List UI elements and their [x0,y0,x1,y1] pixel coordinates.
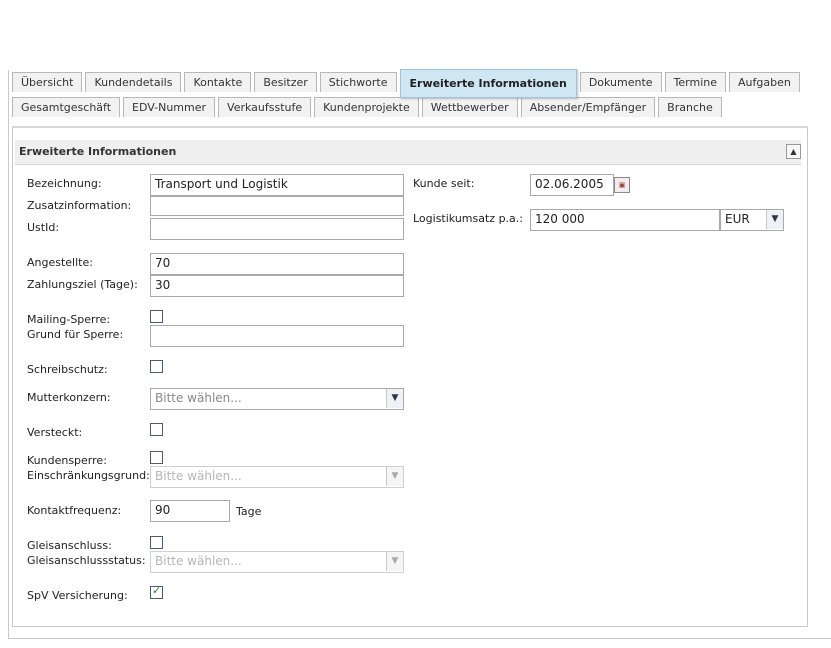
label-angestellte: Angestellte: [27,256,93,269]
tab-branche[interactable]: Branche [658,97,722,117]
gleisanschlussstatus-select[interactable]: Bitte wählen... ▼ [150,551,404,573]
grund-fuer-sperre-field[interactable] [150,325,404,347]
label-bezeichnung: Bezeichnung: [27,177,102,190]
logistikumsatz-field[interactable]: 120 000 [530,209,720,231]
einschraenkungsgrund-select[interactable]: Bitte wählen... ▼ [150,466,404,488]
label-schreibschutz: Schreibschutz: [27,363,108,376]
kunde-seit-field[interactable]: 02.06.2005 [530,174,614,196]
tab-kundendetails[interactable]: Kundendetails [85,72,182,92]
schreibschutz-checkbox[interactable] [150,360,163,373]
tab-kundenprojekte[interactable]: Kundenprojekte [314,97,419,117]
label-mutterkonzern: Mutterkonzern: [27,391,111,404]
tab-erweiterte-informationen[interactable]: Erweiterte Informationen [399,69,577,98]
ustid-field[interactable] [150,218,404,240]
label-grund-fuer-sperre: Grund für Sperre: [27,328,124,341]
label-gleisanschlussstatus: Gleisanschlussstatus: [27,554,146,567]
currency-select[interactable]: EUR ▼ [720,209,784,231]
spv-versicherung-checkbox[interactable] [150,584,163,599]
tab-wettbewerber[interactable]: Wettbewerber [421,97,518,117]
extended-info-panel: Erweiterte Informationen ▲ [12,126,808,627]
mutterkonzern-select[interactable]: Bitte wählen... ▼ [150,388,404,410]
panel-title: Erweiterte Informationen [19,145,177,158]
label-einschraenkungsgrund: Einschränkungsgrund: [27,469,150,482]
triangle-up-icon[interactable]: ▲ [786,144,801,159]
label-zahlungsziel: Zahlungsziel (Tage): [27,278,138,291]
tab-gesamtgeschaeft[interactable]: Gesamtgeschäft [12,97,121,117]
label-spv-versicherung: SpV Versicherung: [27,589,128,602]
chevron-down-icon[interactable]: ▼ [386,552,403,571]
label-mailing-sperre: Mailing-Sperre: [27,313,111,326]
kontaktfrequenz-field[interactable]: 90 [150,500,230,522]
kontaktfrequenz-unit: Tage [236,505,262,518]
panel-header: Erweiterte Informationen ▲ [15,140,801,165]
versteckt-checkbox[interactable] [150,423,163,436]
tab-absender-empfaenger[interactable]: Absender/Empfänger [520,97,656,117]
mailing-sperre-checkbox[interactable] [150,310,163,323]
chevron-down-icon[interactable]: ▼ [386,389,403,408]
tab-edv-nummer[interactable]: EDV-Nummer [123,97,216,117]
tab-aufgaben[interactable]: Aufgaben [729,72,800,92]
currency-value: EUR [725,212,750,226]
tab-besitzer[interactable]: Besitzer [254,72,317,92]
tab-kontakte[interactable]: Kontakte [184,72,252,92]
chevron-down-icon[interactable]: ▼ [386,467,403,486]
tab-termine[interactable]: Termine [664,72,727,92]
label-ustid: UstId: [27,221,60,234]
label-kontaktfrequenz: Kontaktfrequenz: [27,504,122,517]
kundensperre-checkbox[interactable] [150,451,163,464]
label-kunde-seit: Kunde seit: [413,177,475,190]
label-zusatzinformation: Zusatzinformation: [27,199,132,212]
tab-verkaufsstufe[interactable]: Verkaufsstufe [218,97,312,117]
chevron-down-icon[interactable]: ▼ [766,210,783,229]
label-logistikumsatz: Logistikumsatz p.a.: [413,212,523,225]
tab-stichworte[interactable]: Stichworte [319,72,397,92]
bezeichnung-field[interactable]: Transport und Logistik [150,174,404,196]
label-versteckt: Versteckt: [27,426,83,439]
zahlungsziel-field[interactable]: 30 [150,275,404,297]
tab-dokumente[interactable]: Dokumente [579,72,662,92]
angestellte-field[interactable]: 70 [150,253,404,275]
zusatzinformation-field[interactable] [150,196,404,216]
gleisanschlussstatus-value: Bitte wählen... [155,554,242,568]
tab-row-2: Gesamtgeschäft EDV-Nummer Verkaufsstufe … [12,97,725,117]
mutterkonzern-value: Bitte wählen... [155,391,242,405]
einschraenkungsgrund-value: Bitte wählen... [155,469,242,483]
label-gleisanschluss: Gleisanschluss: [27,539,112,552]
tab-uebersicht[interactable]: Übersicht [12,72,83,92]
label-kundensperre: Kundensperre: [27,454,107,467]
calendar-icon[interactable]: ▣ [614,177,630,193]
gleisanschluss-checkbox[interactable] [150,536,163,549]
